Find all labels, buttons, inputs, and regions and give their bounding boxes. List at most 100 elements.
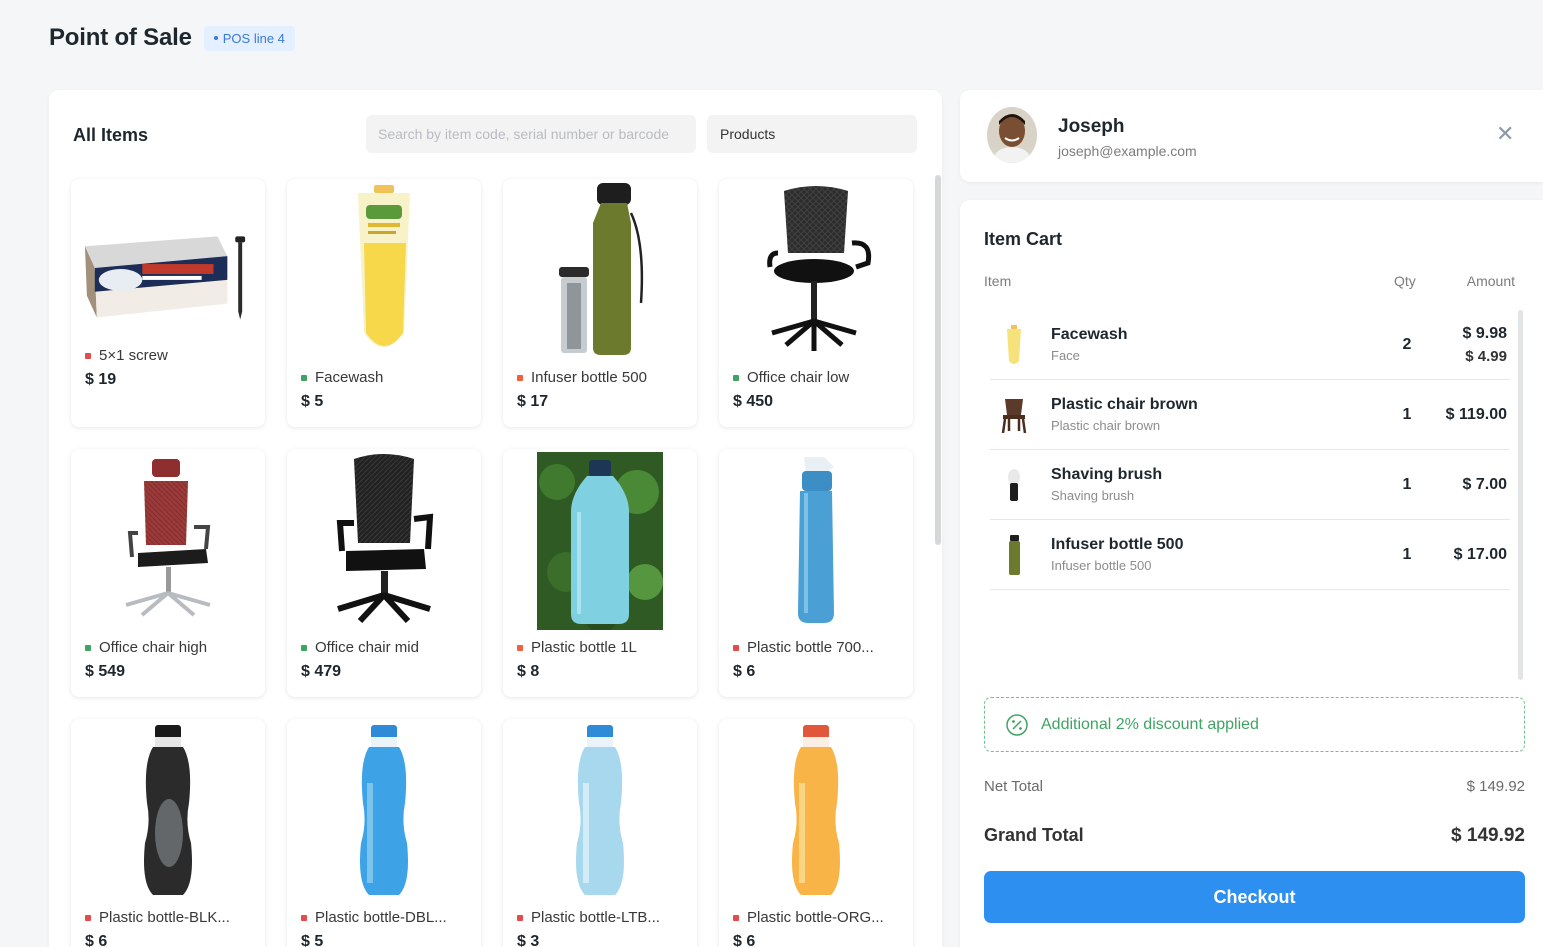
cart-title: Item Cart — [984, 229, 1063, 249]
cart-col-amount: Amount — [1466, 273, 1515, 289]
cart-item-thumb — [1000, 324, 1028, 366]
cart-item-amount: $ 9.98 — [1462, 325, 1507, 342]
stock-status-dot — [517, 914, 523, 921]
item-name: 5×1 screw — [99, 347, 168, 364]
item-card[interactable]: Plastic bottle 700... $ 6 — [719, 449, 913, 697]
customer-name: Joseph — [1058, 116, 1125, 137]
item-card[interactable]: Plastic bottle-LTB... $ 3 — [503, 719, 697, 947]
items-scrollbar[interactable] — [935, 175, 941, 545]
item-name-row: Plastic bottle 1L — [517, 639, 637, 656]
cart-item-qty: 1 — [1402, 476, 1412, 493]
customer-avatar — [987, 107, 1037, 163]
item-cart-card: Item Cart Item Qty Amount Facewash Face … — [960, 200, 1543, 947]
item-name-row: Plastic bottle-BLK... — [85, 909, 230, 926]
item-card[interactable]: 5×1 screw $ 19 — [71, 179, 265, 427]
cart-row[interactable]: Shaving brush Shaving brush 1 $ 7.00 — [990, 450, 1510, 520]
item-name: Plastic bottle-DBL... — [315, 909, 447, 926]
customer-card: Joseph joseph@example.com ✕ — [960, 90, 1543, 182]
item-image — [295, 453, 473, 628]
cart-col-item: Item — [984, 273, 1012, 289]
item-search-input[interactable] — [366, 115, 696, 153]
item-name-row: Plastic bottle 700... — [733, 639, 874, 656]
item-price: $ 17 — [517, 393, 549, 410]
item-card[interactable]: Facewash $ 5 — [287, 179, 481, 427]
item-name-row: Infuser bottle 500 — [517, 369, 647, 386]
item-name-row: Office chair high — [85, 639, 207, 656]
stock-status-dot — [301, 374, 307, 381]
cart-rows: Facewash Face 2 $ 9.98 $ 4.99 Plastic ch… — [990, 310, 1510, 590]
item-name-row: Plastic bottle-ORG... — [733, 909, 884, 926]
item-card[interactable]: Infuser bottle 500 $ 17 — [503, 179, 697, 427]
item-price: $ 5 — [301, 393, 324, 410]
cart-item-name: Plastic chair brown — [1051, 396, 1198, 413]
cart-scrollbar[interactable] — [1518, 310, 1523, 680]
cart-item-desc: Shaving brush — [1051, 488, 1135, 503]
stock-status-dot — [85, 644, 91, 651]
item-name-row: Plastic bottle-DBL... — [301, 909, 447, 926]
item-card[interactable]: Office chair high $ 549 — [71, 449, 265, 697]
item-image — [79, 453, 257, 628]
stock-status-dot — [301, 644, 307, 651]
cart-item-thumb — [1000, 394, 1028, 436]
cart-row[interactable]: Facewash Face 2 $ 9.98 $ 4.99 — [990, 310, 1510, 380]
discount-percent-icon — [1006, 713, 1028, 736]
pos-profile-badge: POS line 4 — [203, 25, 295, 51]
item-price: $ 19 — [85, 371, 117, 388]
item-name-row: Office chair low — [733, 369, 849, 386]
close-icon[interactable]: ✕ — [1496, 123, 1514, 145]
item-image — [727, 183, 905, 358]
net-total-label: Net Total — [984, 778, 1043, 795]
grand-total-label: Grand Total — [984, 825, 1084, 845]
item-card[interactable]: Office chair mid $ 479 — [287, 449, 481, 697]
cart-item-amount: $ 17.00 — [1453, 546, 1507, 563]
item-image — [511, 723, 689, 898]
item-card[interactable]: Plastic bottle 1L $ 8 — [503, 449, 697, 697]
item-price: $ 3 — [517, 933, 540, 947]
item-card[interactable]: Plastic bottle-BLK... $ 6 — [71, 719, 265, 947]
item-image — [79, 183, 257, 358]
cart-item-qty: 1 — [1402, 546, 1412, 563]
cart-item-amount: $ 119.00 — [1445, 406, 1507, 423]
item-price: $ 6 — [733, 933, 756, 947]
item-group-select[interactable]: Products — [707, 115, 917, 153]
item-image — [295, 183, 473, 358]
items-panel: All Items Products — [49, 90, 942, 947]
item-image — [511, 183, 689, 358]
page-title: Point of Sale — [49, 24, 192, 51]
cart-item-desc: Face — [1051, 348, 1080, 363]
item-card[interactable]: Plastic bottle-DBL... $ 5 — [287, 719, 481, 947]
item-card[interactable]: Plastic bottle-ORG... $ 6 — [719, 719, 913, 947]
item-name-row: Office chair mid — [301, 639, 419, 656]
stock-status-dot — [733, 374, 739, 381]
item-image — [727, 453, 905, 628]
cart-item-desc: Plastic chair brown — [1051, 418, 1161, 433]
cart-item-name: Shaving brush — [1051, 466, 1163, 483]
grand-total-value: $ 149.92 — [1451, 825, 1525, 846]
cart-item-thumb — [1000, 534, 1028, 576]
stock-status-dot — [517, 374, 523, 381]
cart-row[interactable]: Plastic chair brown Plastic chair brown … — [990, 380, 1510, 450]
cart-item-amount: $ 7.00 — [1462, 476, 1507, 493]
stock-status-dot — [733, 644, 739, 651]
item-name-row: Facewash — [301, 369, 383, 386]
badge-dot-icon — [213, 36, 218, 40]
cart-item-qty: 1 — [1402, 406, 1412, 423]
cart-item-rate: $ 4.99 — [1465, 348, 1507, 365]
item-card[interactable]: Office chair low $ 450 — [719, 179, 913, 427]
cart-item-name: Infuser bottle 500 — [1051, 536, 1184, 553]
item-image — [79, 723, 257, 898]
cart-row[interactable]: Infuser bottle 500 Infuser bottle 500 1 … — [990, 520, 1510, 590]
items-grid: 5×1 screw $ 19 Facewash $ 5 Infuser bott… — [71, 179, 917, 947]
stock-status-dot — [85, 914, 91, 921]
discount-text: Additional 2% discount applied — [1041, 715, 1259, 733]
item-name: Plastic bottle-BLK... — [99, 909, 230, 926]
page-header: Point of Sale POS line 4 — [49, 24, 295, 52]
item-name-row: 5×1 screw — [85, 347, 168, 364]
item-name: Plastic bottle 700... — [747, 639, 874, 656]
stock-status-dot — [517, 644, 523, 651]
item-price: $ 6 — [85, 933, 108, 947]
item-name: Office chair high — [99, 639, 208, 656]
checkout-button[interactable]: Checkout — [984, 871, 1525, 923]
cart-col-qty: Qty — [1394, 273, 1416, 289]
item-name: Plastic bottle 1L — [531, 639, 637, 656]
